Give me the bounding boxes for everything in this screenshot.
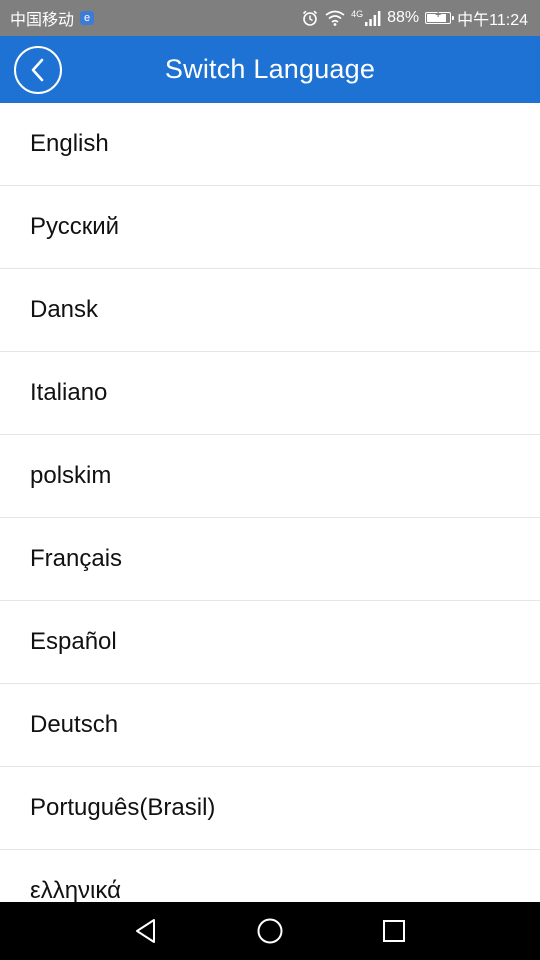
recents-square-icon [383,920,405,942]
network-type: 4G [351,8,364,19]
wifi-icon [325,10,345,26]
alarm-icon [301,9,319,27]
language-item-english[interactable]: English [0,103,540,186]
language-item-danish[interactable]: Dansk [0,269,540,352]
language-item-italian[interactable]: Italiano [0,352,540,435]
language-item-greek[interactable]: ελληνικά [0,850,540,902]
carrier-badge: e [80,11,95,25]
language-item-german[interactable]: Deutsch [0,684,540,767]
system-nav-bar [0,902,540,960]
carrier-name: 中国移动 [10,12,75,29]
battery-percent: 88% [387,9,420,26]
signal-icon [365,10,381,26]
status-bar: 中国移动 e 4G 88% + 中午11:24 [0,0,540,36]
page-title: Switch Language [164,54,376,84]
chevron-left-icon [31,58,44,82]
charging-bolt-icon: + [435,10,442,21]
status-right: 4G 88% + 中午11:24 [301,6,528,30]
language-item-russian[interactable]: Русский [0,186,540,269]
language-item-spanish[interactable]: Español [0,601,540,684]
status-left: 中国移动 e [10,6,95,30]
status-time: 中午11:24 [457,12,528,29]
language-item-french[interactable]: Français [0,518,540,601]
language-item-polish[interactable]: polskim [0,435,540,518]
language-item-portuguese-brazil[interactable]: Português(Brasil) [0,767,540,850]
nav-recents-button[interactable] [376,913,412,949]
language-list: English Русский Dansk Italiano polskim F… [0,103,540,902]
back-button[interactable] [14,46,62,94]
app-header: Switch Language [0,36,540,103]
back-triangle-icon [136,919,155,943]
nav-home-button[interactable] [252,913,288,949]
battery-icon: + [425,10,455,24]
home-circle-icon [257,918,283,944]
nav-back-button[interactable] [128,913,164,949]
